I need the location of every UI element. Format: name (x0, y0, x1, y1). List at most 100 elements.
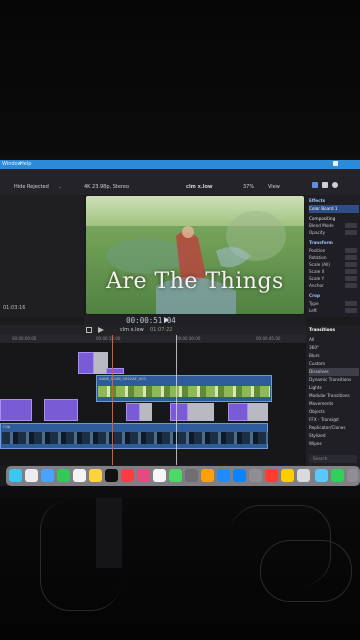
menu-bar: Window Help (0, 160, 360, 169)
news-icon[interactable] (153, 469, 166, 482)
settings-icon[interactable] (249, 469, 262, 482)
timeline-clip[interactable] (0, 399, 32, 421)
select-tool-icon[interactable] (86, 327, 92, 333)
finder-icon[interactable] (9, 469, 22, 482)
inspector-toggle-icon[interactable] (312, 182, 318, 188)
ruler-tick: 00:00:30:00 (176, 336, 201, 341)
clip-label: Clip (3, 424, 11, 429)
menu-help[interactable]: Help (20, 160, 31, 169)
browser-item[interactable]: FFX - Transi@t (309, 416, 359, 424)
monitor-screen: Window Help Hide Rejected ⌄ 4K 23.98p, S… (0, 160, 360, 486)
browser-item-selected[interactable]: Dissolves (309, 368, 359, 376)
inspector-row[interactable]: Left (309, 307, 359, 315)
effects-toggle-icon[interactable] (322, 182, 328, 188)
storyline-clip[interactable]: A006_C046_0922AF_001 (96, 375, 272, 402)
inspector-crop-header: Crop (309, 293, 321, 298)
zoom-popup[interactable]: 37% (243, 184, 254, 190)
menu-window[interactable]: Window (2, 160, 22, 169)
inspector-transform-header: Transform (309, 240, 333, 245)
timeline-duration: 01:07:22 (150, 327, 173, 333)
notes-icon[interactable] (89, 469, 102, 482)
timeline[interactable]: 00:00:00:00 00:00:15:00 00:00:30:00 00:0… (0, 335, 306, 465)
timeline-toolbar: clm x.low 01:07:22 (0, 325, 306, 335)
music-icon[interactable] (121, 469, 134, 482)
timecode-display: 00:00:51:04 (126, 316, 176, 325)
clip-label: A006_C046_0922AF_001 (99, 376, 147, 381)
browser-item[interactable]: Dynamic Transitions (309, 376, 359, 384)
timeline-clip[interactable] (170, 403, 188, 421)
tv-icon[interactable] (105, 469, 118, 482)
browser-item[interactable]: Modular Transitions (309, 392, 359, 400)
browser-item[interactable]: All (309, 336, 359, 344)
inspector-effects-header: Effects (309, 198, 326, 203)
video-title-overlay: Are The Things (106, 269, 284, 294)
primary-storyline[interactable]: Clip (0, 423, 268, 449)
timeline-clip[interactable] (126, 403, 140, 421)
ruler-tick: 00:00:45:00 (256, 336, 281, 341)
browser-item[interactable]: Objects (309, 408, 359, 416)
pages-icon[interactable] (201, 469, 214, 482)
downloads-icon[interactable] (315, 469, 328, 482)
clip-filmstrip (98, 386, 270, 397)
transitions-browser: Transitions All 360° Blurs Custom Dissol… (306, 325, 360, 470)
browser-item[interactable]: Stylized (309, 432, 359, 440)
messages-icon[interactable] (57, 469, 70, 482)
ruler-tick: 00:00:00:00 (12, 336, 37, 341)
timeline-project-label: clm x.low (120, 327, 144, 333)
ruler-tick: 00:00:15:00 (96, 336, 121, 341)
playhead[interactable] (176, 335, 177, 465)
monitor-chin (0, 486, 360, 498)
browser-item[interactable]: 360° (309, 344, 359, 352)
timeline-clip[interactable] (248, 403, 268, 421)
inspector-effect-item[interactable]: Color Board 1 (309, 205, 359, 213)
app-icon[interactable] (331, 469, 344, 482)
appstore-icon[interactable] (233, 469, 246, 482)
dock (6, 466, 360, 486)
browser-search-field[interactable]: Search (309, 455, 357, 463)
app-icon[interactable] (281, 469, 294, 482)
inspector-opacity[interactable]: Opacity (309, 229, 359, 237)
cable (260, 540, 352, 602)
timeline-clip[interactable] (140, 403, 152, 421)
sidebar-time-readout: 01:03:16 (3, 305, 26, 311)
cable (40, 500, 121, 611)
timeline-clip[interactable] (44, 399, 78, 421)
timeline-clip[interactable] (78, 352, 94, 374)
keynote-icon[interactable] (217, 469, 230, 482)
timeline-clip[interactable] (106, 368, 124, 374)
inspector-row[interactable]: Anchor (309, 282, 359, 290)
safari-icon[interactable] (41, 469, 54, 482)
fcp-icon[interactable] (185, 469, 198, 482)
launchpad-icon[interactable] (25, 469, 38, 482)
timeline-clip[interactable] (228, 403, 248, 421)
browser-item[interactable]: Blurs (309, 352, 359, 360)
browser-item[interactable]: Custom (309, 360, 359, 368)
trash-icon[interactable] (347, 469, 358, 482)
project-title: clm x.low (186, 184, 213, 190)
folder-icon[interactable] (297, 469, 310, 482)
toolbar: Hide Rejected ⌄ 4K 23.98p, Stereo clm x.… (0, 169, 360, 195)
video-frame-image (86, 196, 304, 314)
inspector-panel: Effects Color Board 1 Compositing Blend … (306, 195, 360, 317)
browser-item[interactable]: Lights (309, 384, 359, 392)
browser-item[interactable]: Replicator/Clones (309, 424, 359, 432)
filter-popup[interactable]: Hide Rejected (14, 184, 49, 190)
timeline-clip[interactable] (188, 403, 214, 421)
transitions-header: Transitions (309, 327, 335, 332)
room-background (0, 0, 360, 160)
skimmer-line[interactable] (112, 335, 113, 465)
calendar-icon[interactable] (73, 469, 86, 482)
numbers-icon[interactable] (169, 469, 182, 482)
share-icon[interactable] (332, 182, 338, 188)
browser-item[interactable]: Movements (309, 400, 359, 408)
battery-icon[interactable] (333, 161, 338, 166)
view-popup[interactable]: View (268, 184, 280, 190)
clip-filmstrip (2, 432, 268, 444)
format-label: 4K 23.98p, Stereo (84, 184, 130, 190)
arrow-tool-icon[interactable] (98, 327, 104, 333)
browser-item[interactable]: Wipes (309, 440, 359, 448)
chevron-down-icon[interactable]: ⌄ (58, 184, 62, 190)
podcasts-icon[interactable] (137, 469, 150, 482)
app-icon[interactable] (265, 469, 278, 482)
video-viewer[interactable]: Are The Things (86, 196, 304, 314)
